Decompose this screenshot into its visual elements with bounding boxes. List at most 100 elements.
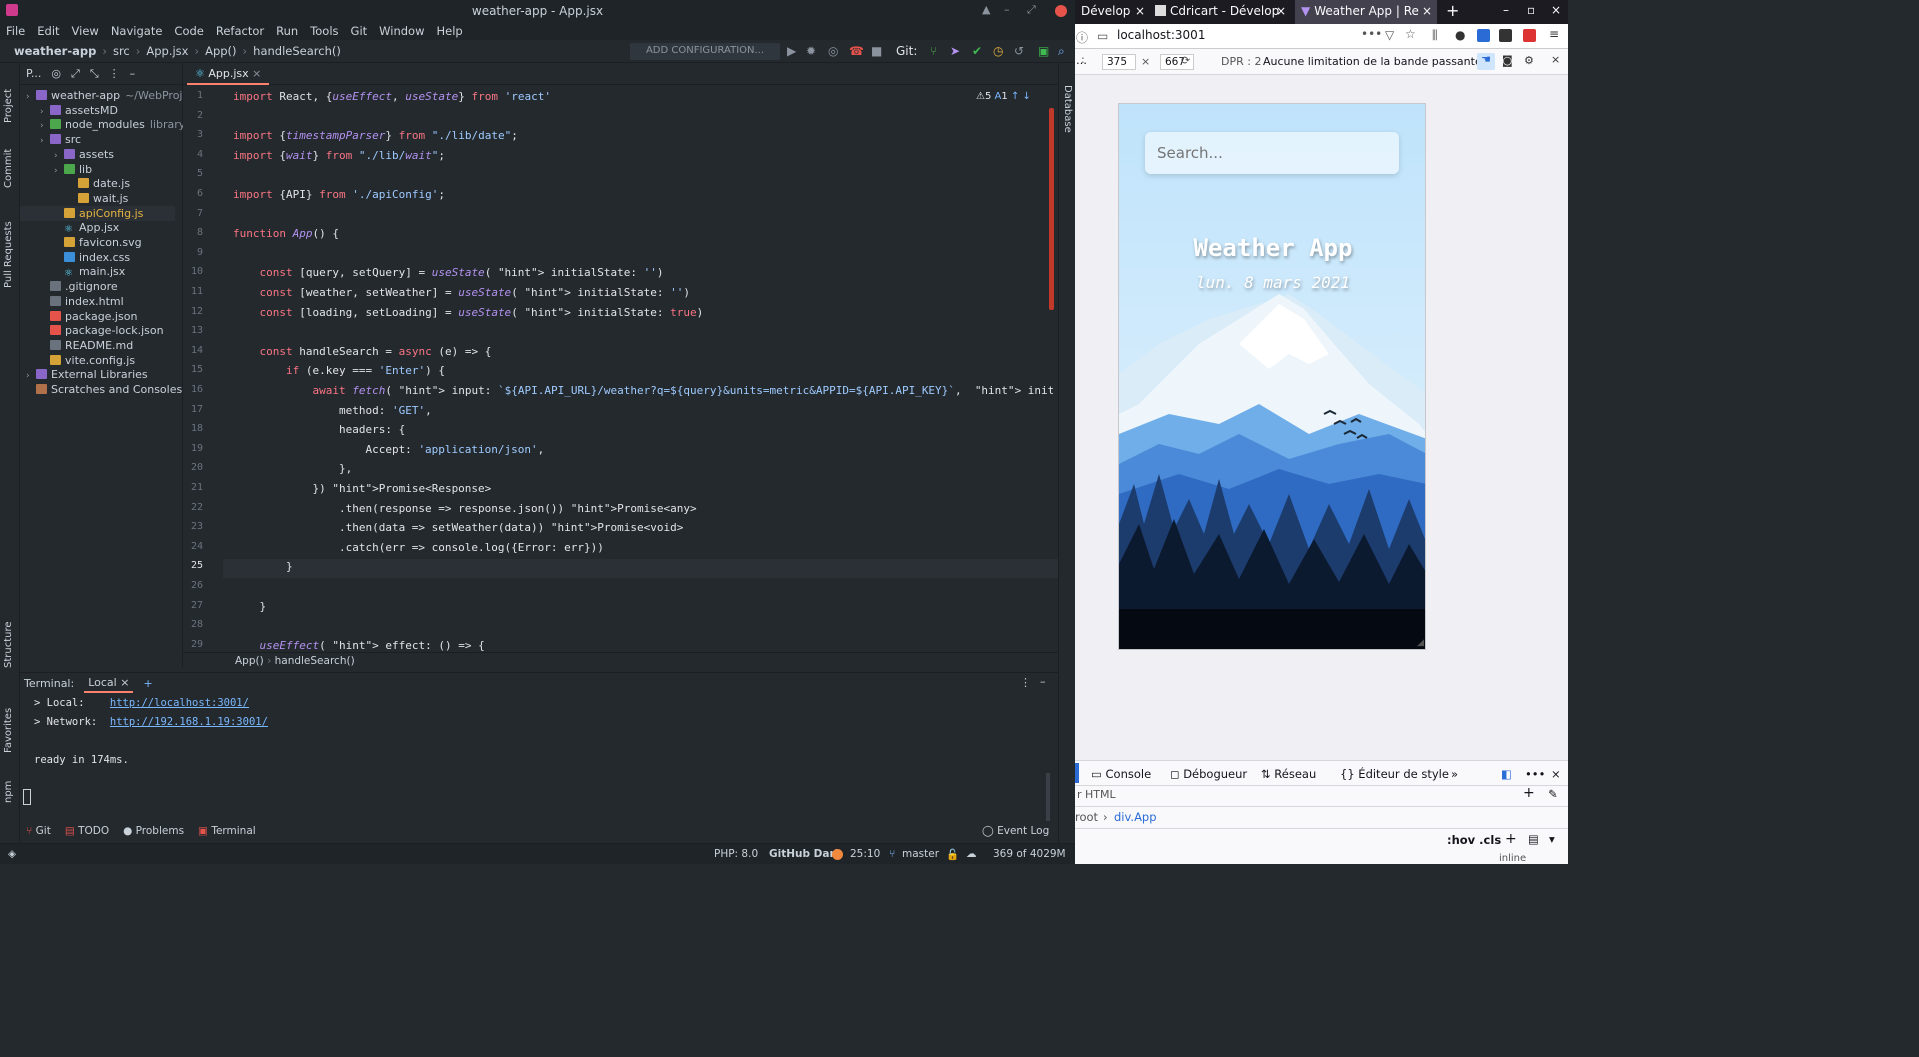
tree-item[interactable]: index.html [40,294,124,309]
code-line[interactable]: const [query, setQuery] = useState( "hin… [233,263,664,282]
git-fetch-icon[interactable]: ⑂ [930,44,937,58]
breadcrumb-root[interactable]: root [1075,810,1098,824]
breadcrumb-item[interactable]: weather-app [14,44,96,58]
collapse-icon[interactable]: ▲ [982,3,990,16]
collapse-all-icon[interactable]: ⤡ [90,67,99,81]
code-line[interactable]: }) "hint">Promise<Response> [233,479,491,498]
new-terminal-icon[interactable]: + [143,677,152,690]
rules-menu-icon[interactable]: ▾ [1549,832,1555,846]
network-url-link[interactable]: http://192.168.1.19:3001/ [110,716,268,728]
tree-item[interactable]: wait.js [68,191,128,206]
tree-item[interactable]: package-lock.json [40,323,164,338]
devtools-tab-console[interactable]: ▭ Console [1091,767,1151,781]
browser-minimize-icon[interactable]: – [1503,3,1509,17]
todo-tool-tab[interactable]: ▤ TODO [65,825,109,837]
terminal-toolbar-icon[interactable]: ▣ [1038,44,1049,58]
breadcrumb-item[interactable]: src [113,44,130,58]
viewport-width-input[interactable]: 375 [1102,54,1136,70]
tree-item[interactable]: › lib [54,162,92,177]
close-tab-2-icon[interactable]: × [1276,4,1286,18]
code-line[interactable]: import {wait} from "./lib/wait"; [233,146,445,165]
code-line[interactable]: Accept: 'application/json', [233,440,544,459]
terminal-options-icon[interactable]: ⋮ [1020,676,1031,689]
git-commit-icon[interactable]: ✔ [972,44,982,58]
code-line[interactable]: headers: { [233,420,405,439]
code-line[interactable]: function App() { [233,224,339,243]
inspector-tab-edge[interactable] [1075,763,1079,783]
code-line[interactable]: import {timestampParser} from "./lib/dat… [233,126,518,145]
tree-item[interactable]: README.md [40,338,133,353]
code-line[interactable]: const [loading, setLoading] = useState( … [233,303,704,322]
tab-app-jsx[interactable]: ⚛ App.jsx × [187,63,270,85]
tree-item[interactable]: › weather-app ~/WebProjec [26,88,195,103]
menu-navigate[interactable]: Navigate [105,22,169,40]
git-tool-tab[interactable]: ⑂ Git [26,825,51,837]
php-version[interactable]: PHP: 8.0 [714,848,758,860]
tree-item[interactable]: date.js [68,176,130,191]
git-push-icon[interactable]: ➤ [950,44,960,58]
close-tab-1-icon[interactable]: × [1135,4,1145,18]
code-line[interactable]: useEffect( "hint"> effect: () => { [233,636,485,652]
stop-icon[interactable]: ■ [871,44,882,58]
database-tool-button[interactable]: Database [1062,85,1073,133]
code-area[interactable]: import React, {useEffect, useState} from… [233,87,1053,652]
event-log-button[interactable]: ◯ Event Log [982,825,1049,837]
menu-file[interactable]: File [0,22,31,40]
code-line[interactable]: import React, {useEffect, useState} from… [233,87,551,106]
tree-chevron-icon[interactable]: › [40,134,50,149]
maximize-icon[interactable]: ⤢ [1027,3,1036,17]
account-icon[interactable]: ● [1455,28,1465,42]
menu-tools[interactable]: Tools [304,22,344,40]
terminal-tab-local[interactable]: Local × [84,674,134,693]
tree-item[interactable]: › node_modules library [40,117,185,132]
new-tab-icon[interactable]: + [1446,1,1459,20]
browser-tab-3[interactable]: ▼ Weather App | Re [1295,0,1437,24]
browser-tab-2[interactable]: Cdricart - Dévelop [1149,0,1291,24]
code-line[interactable]: }, [233,459,352,478]
tree-item[interactable]: apiConfig.js [20,205,175,221]
project-tool-button[interactable]: Project [3,89,14,123]
code-line[interactable]: } [233,597,266,616]
problems-tool-tab[interactable]: ● Problems [123,825,184,837]
tree-item[interactable]: vite.config.js [40,353,135,368]
lock-icon[interactable]: 🔓 [946,848,959,861]
code-line[interactable]: if (e.key === 'Enter') { [233,361,445,380]
structure-tool-button[interactable]: Structure [3,621,14,668]
browser-close-icon[interactable]: × [1551,3,1561,17]
breadcrumb-item[interactable]: App() [205,44,236,58]
breadcrumb-item[interactable]: App.jsx [146,44,188,58]
menu-code[interactable]: Code [168,22,209,40]
code-line[interactable]: .catch(err => console.log({Error: err})) [233,538,604,557]
terminal-cursor[interactable] [23,789,31,805]
close-rdm-icon[interactable]: × [1551,53,1560,66]
tree-item[interactable]: package.json [40,309,137,324]
theme-name[interactable]: GitHub Dark [769,848,842,860]
eyedropper-icon[interactable]: ✎ [1548,787,1558,801]
terminal-tool-tab[interactable]: ▣ Terminal [198,825,256,837]
tree-item[interactable]: Scratches and Consoles [26,382,182,397]
search-everywhere-icon[interactable]: ⌕ [1058,44,1065,59]
options-icon[interactable]: ⋮ [109,67,120,80]
devtools-tab-style-editor[interactable]: {} Éditeur de style [1340,767,1449,781]
tree-item[interactable]: index.css [54,250,130,265]
print-media-icon[interactable]: ▤ [1528,832,1539,846]
menu-run[interactable]: Run [270,22,304,40]
city-search-input[interactable] [1145,132,1399,174]
cloud-icon[interactable]: ☁ [966,848,977,860]
tree-item[interactable]: › src [40,132,81,147]
code-line[interactable]: const [weather, setWeather] = useState( … [233,283,691,302]
locate-icon[interactable]: ◎ [51,67,61,80]
close-window-icon[interactable] [1055,5,1067,17]
close-tab-icon[interactable]: × [252,67,261,80]
favorites-tool-button[interactable]: Favorites [3,708,14,753]
extension-1-icon[interactable] [1477,29,1490,42]
dock-icon[interactable]: ◧ [1501,767,1512,781]
debug-icon[interactable]: ✹ [806,44,816,58]
search-html-input[interactable]: r HTML [1077,788,1116,801]
pocket-icon[interactable]: ▽ [1385,28,1394,42]
more-tabs-icon[interactable]: » [1451,767,1458,781]
attach-icon[interactable]: ☎ [849,44,864,58]
breadcrumb-div-app[interactable]: div.App [1114,810,1157,824]
tree-item[interactable]: .gitignore [40,279,118,294]
terminal-scrollbar[interactable] [1046,773,1050,821]
